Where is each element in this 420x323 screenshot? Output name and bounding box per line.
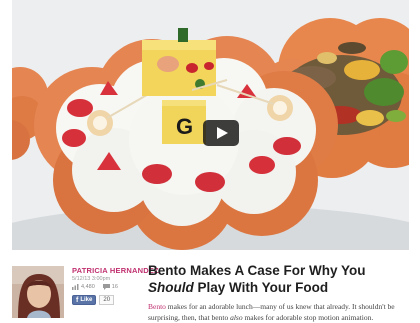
comments-stat[interactable]: 16 — [102, 284, 118, 290]
excerpt-text-2: makes for adorable stop motion animation… — [242, 312, 374, 322]
letter-block-label: G — [176, 114, 193, 139]
play-button[interactable] — [203, 120, 239, 146]
article-headline[interactable]: Bento Makes A Case For Why You Should Pl… — [148, 263, 413, 296]
headline-text-2: Play With Your Food — [193, 279, 329, 295]
post-stats: 4,480 16 — [72, 284, 118, 290]
article-excerpt: Bento makes for an adorable lunch—many o… — [148, 302, 413, 323]
headline-emphasis: Should — [148, 279, 194, 295]
author-avatar[interactable] — [12, 266, 64, 318]
article-page: G PATRICIA HERNANDEZ 5/12/13 3:00pm 4,48… — [0, 0, 420, 323]
facebook-icon: f — [76, 296, 79, 304]
headline-text-1: Bento Makes A Case For Why You — [148, 263, 366, 278]
views-count: 4,480 — [81, 284, 95, 290]
views-stat: 4,480 — [72, 284, 95, 290]
views-icon — [72, 284, 79, 290]
facebook-like-button[interactable]: f Like — [72, 295, 97, 305]
bento-link[interactable]: Bento — [148, 302, 166, 311]
author-name[interactable]: PATRICIA HERNANDEZ — [72, 266, 159, 275]
video-player[interactable]: G — [12, 0, 409, 250]
like-count: 20 — [99, 295, 115, 305]
comment-icon — [102, 284, 110, 290]
like-label: Like — [80, 297, 93, 303]
facebook-like-row: f Like 20 — [72, 295, 115, 305]
excerpt-emphasis: also — [230, 312, 243, 322]
post-date: 5/12/13 3:00pm — [72, 276, 111, 282]
avatar-image — [12, 266, 64, 318]
comments-count: 16 — [111, 284, 118, 290]
